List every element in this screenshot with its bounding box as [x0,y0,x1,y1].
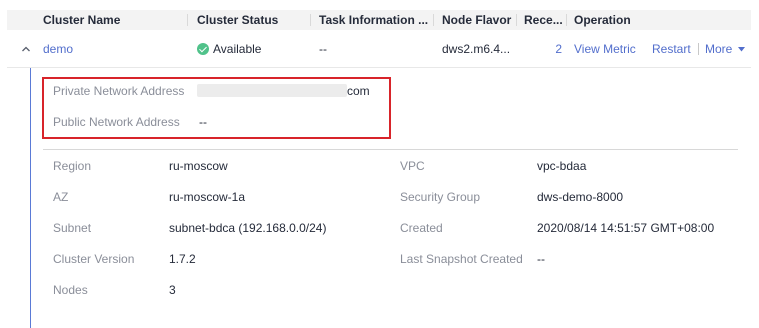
expanded-detail-indicator [30,68,31,328]
az-value: ru-moscow-1a [169,190,246,204]
last-snapshot-created-value: -- [537,252,545,266]
public-network-address-label: Public Network Address [53,115,180,129]
subnet-link[interactable]: subnet-bdca (192.168.0.0/24) [169,221,326,235]
column-header-cluster-name[interactable]: Cluster Name [43,10,183,30]
more-dropdown[interactable]: More [705,31,749,67]
cluster-list-page: Cluster Name Cluster Status Task Informa… [0,0,759,328]
public-network-address-value: -- [199,115,207,129]
recent-events-link[interactable]: 2 [552,31,562,67]
cluster-version-label: Cluster Version [53,252,135,266]
table-row: demo Available -- dws2.m6.4... 2 View Me… [7,31,751,68]
column-header-cluster-status[interactable]: Cluster Status [197,10,309,30]
cluster-status-cell: Available [197,31,309,67]
more-label: More [705,42,733,56]
region-label: Region [53,159,92,173]
chevron-up-icon[interactable] [21,44,31,54]
redacted-address [197,84,347,97]
vpc-link[interactable]: vpc-bdaa [537,159,586,173]
column-header-recent[interactable]: Rece... [524,10,564,30]
caret-down-icon [737,47,745,52]
node-flavor-cell: dws2.m6.4... [442,42,511,56]
task-information-cell: -- [319,42,327,56]
column-header-operation: Operation [574,13,631,27]
table-header: Cluster Name Cluster Status Task Informa… [7,10,751,30]
az-label: AZ [53,190,69,204]
security-group-link[interactable]: dws-demo-8000 [537,190,623,204]
divider [43,149,738,150]
status-text: Available [213,42,262,56]
view-metric-link[interactable]: View Metric [574,31,644,67]
created-value: 2020/08/14 14:51:57 GMT+08:00 [537,221,715,235]
nodes-value: 3 [169,283,176,297]
private-network-address-value: com [347,84,370,98]
cluster-name-link[interactable]: demo [43,31,183,67]
private-network-address-label: Private Network Address [53,84,185,98]
nodes-label: Nodes [53,283,88,297]
security-group-label: Security Group [400,190,481,204]
created-label: Created [400,221,443,235]
restart-link[interactable]: Restart [652,31,694,67]
subnet-label: Subnet [53,221,92,235]
check-circle-icon [197,43,209,55]
column-header-task-information[interactable]: Task Information ... [319,10,431,30]
cluster-version-value: 1.7.2 [169,252,196,266]
vpc-label: VPC [400,159,425,173]
last-snapshot-created-label: Last Snapshot Created [400,252,523,266]
column-header-node-flavor[interactable]: Node Flavor [442,10,518,30]
region-value: ru-moscow [169,159,228,173]
